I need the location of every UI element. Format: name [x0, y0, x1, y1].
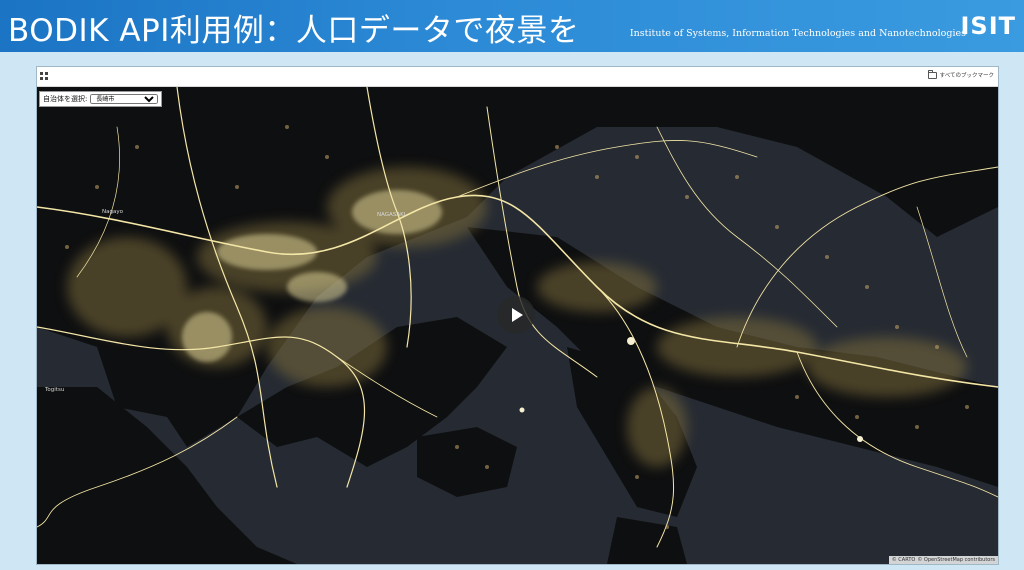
municipality-selector: 自治体を選択: 長崎市 — [39, 91, 163, 107]
map-attribution: © CARTO © OpenStreetMap contributors — [888, 556, 998, 564]
all-bookmarks-button[interactable]: すべてのブックマーク — [927, 69, 994, 79]
city-label-nagayo: Nagayo — [102, 209, 123, 215]
apps-grid-icon[interactable] — [40, 72, 48, 80]
slide-subtitle: Institute of Systems, Information Techno… — [629, 28, 966, 39]
city-label-togitsu: Togitsu — [45, 387, 65, 393]
carto-attribution[interactable]: © CARTO — [892, 557, 916, 563]
municipality-selector-label: 自治体を選択: — [43, 95, 88, 103]
browser-screenshot: すべてのブックマーク 自治体を選択: 長崎市 Nagayo NAGASAKI T… — [37, 67, 998, 564]
municipality-select[interactable]: 長崎市 — [90, 94, 159, 104]
folder-icon — [927, 69, 937, 79]
population-night-map[interactable]: 自治体を選択: 長崎市 Nagayo NAGASAKI Togitsu © CA… — [37, 87, 998, 564]
browser-bookmark-bar: すべてのブックマーク — [37, 67, 998, 87]
isit-logo: ISIT — [960, 12, 1016, 40]
play-button[interactable] — [497, 296, 535, 334]
slide-header: BODIK API利用例：人口データで夜景を Institute of Syst… — [0, 0, 1024, 52]
osm-attribution[interactable]: © OpenStreetMap contributors — [917, 557, 995, 563]
all-bookmarks-label: すべてのブックマーク — [939, 73, 994, 79]
city-label-nagasaki: NAGASAKI — [377, 212, 406, 218]
slide-title: BODIK API利用例：人口データで夜景を — [8, 13, 580, 49]
